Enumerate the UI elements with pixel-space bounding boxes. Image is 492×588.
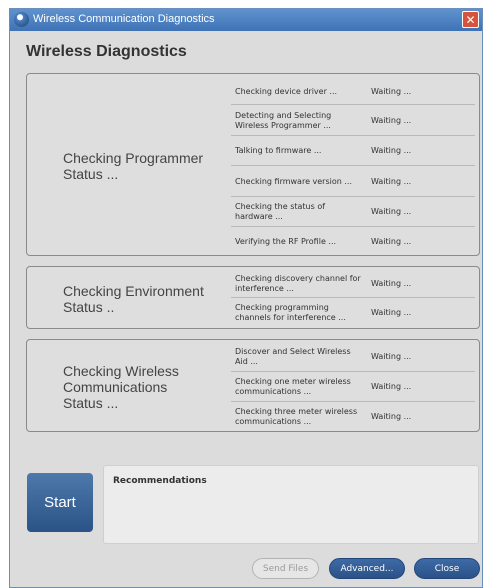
window-title: Wireless Communication Diagnostics (33, 13, 215, 25)
list-item: Discover and Select Wireless Aid ... Wai… (231, 342, 475, 372)
list-item: Checking three meter wireless communicat… (235, 407, 412, 426)
programmer-status-label: Checking Programmer Status ... (63, 150, 204, 182)
recommendations-panel: Recommendations (103, 465, 479, 544)
close-button[interactable]: Close (414, 558, 480, 579)
close-icon[interactable]: ✕ (462, 11, 479, 28)
list-item: Checking device driver ... Waiting ... (231, 76, 475, 105)
list-item: Checking one meter wireless communicatio… (231, 372, 475, 402)
wireless-status-group: Checking Wireless Communications Status … (26, 339, 480, 432)
environment-status-group: Checking Environment Status .. Checking … (26, 266, 480, 329)
app-globe-icon (14, 12, 29, 27)
start-button[interactable]: Start (27, 473, 93, 532)
list-item: Checking programming channels for interf… (235, 303, 412, 322)
programmer-status-group: Checking Programmer Status ... Checking … (26, 73, 480, 256)
list-item: Checking discovery channel for interfere… (231, 269, 475, 298)
list-item: Checking firmware version ... Waiting ..… (231, 166, 475, 197)
wireless-status-label: Checking Wireless Communications Status … (63, 363, 179, 411)
list-item: Talking to firmware ... Waiting ... (231, 136, 475, 166)
list-item: Verifying the RF Profile ... Waiting ... (235, 237, 412, 246)
title-bar[interactable]: Wireless Communication Diagnostics ✕ (10, 9, 482, 31)
send-files-button[interactable]: Send Files (252, 558, 319, 579)
recommendations-title: Recommendations (113, 476, 207, 486)
diagnostics-window: Wireless Communication Diagnostics ✕ Wir… (9, 8, 483, 588)
advanced-button[interactable]: Advanced... (329, 558, 405, 579)
list-item: Detecting and Selecting Wireless Program… (231, 105, 475, 136)
list-item: Checking the status of hardware ... Wait… (231, 197, 475, 227)
environment-status-label: Checking Environment Status .. (63, 283, 204, 315)
page-title: Wireless Diagnostics (26, 43, 187, 60)
